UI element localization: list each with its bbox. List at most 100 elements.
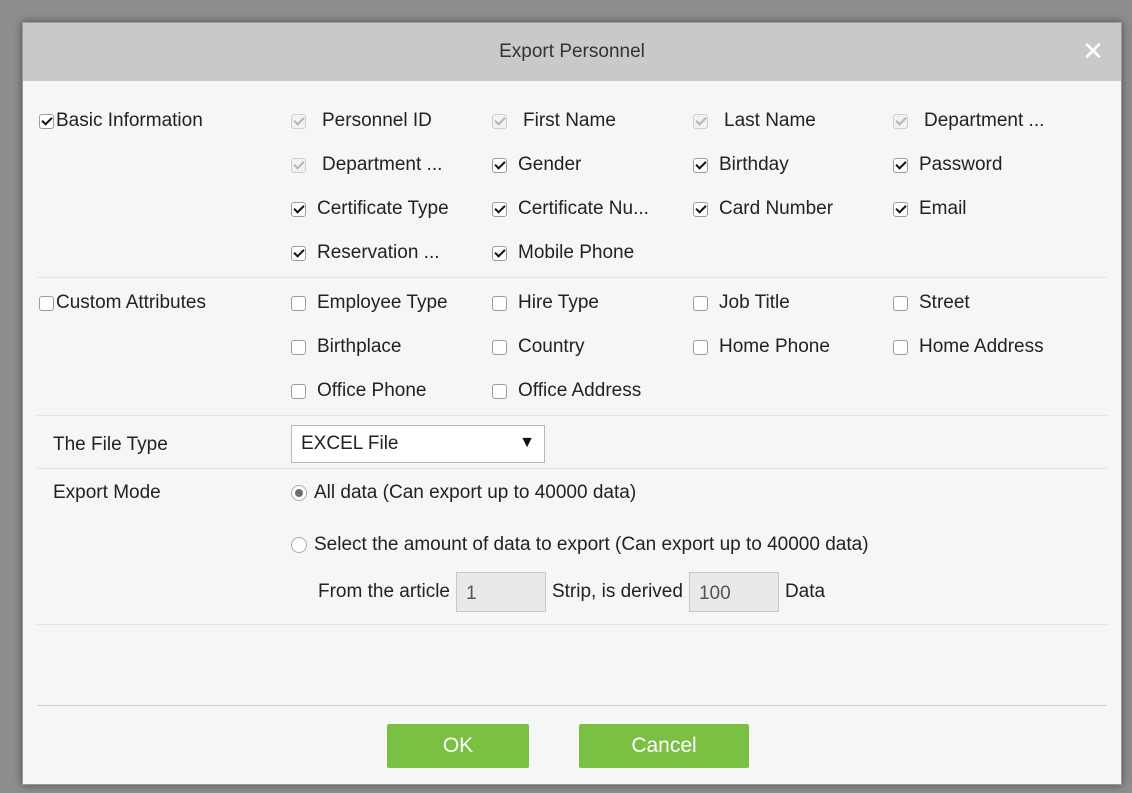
field-option-label: Hire Type: [518, 292, 599, 313]
field-option-street[interactable]: Street: [893, 292, 970, 314]
checkbox[interactable]: [693, 201, 708, 217]
field-option-personnel-id: Personnel ID: [291, 110, 432, 132]
checkbox: [291, 113, 306, 129]
field-option-card-number[interactable]: Card Number: [693, 198, 833, 220]
file-type-label: The File Type: [53, 434, 168, 455]
export-mode-label: Export Mode: [53, 482, 161, 503]
export-amount-label: Select the amount of data to export (Can…: [314, 534, 869, 555]
field-option-label: Home Address: [919, 336, 1044, 357]
checkbox[interactable]: [291, 245, 306, 261]
field-option-birthplace[interactable]: Birthplace: [291, 336, 402, 358]
checkbox[interactable]: [893, 157, 908, 173]
checkbox[interactable]: [693, 295, 708, 311]
field-option-label: Office Phone: [317, 380, 427, 401]
strip-derived-label: Strip, is derived: [551, 581, 683, 602]
field-option-label: Department ...: [322, 154, 443, 175]
field-option-birthday[interactable]: Birthday: [693, 154, 789, 176]
divider: [37, 277, 1107, 278]
checkbox[interactable]: [492, 383, 507, 399]
basic-information-checkbox[interactable]: [39, 113, 54, 129]
count-input[interactable]: 100: [688, 572, 779, 612]
field-option-email[interactable]: Email: [893, 198, 967, 220]
file-type-value: EXCEL File: [301, 433, 399, 454]
custom-attributes-checkbox[interactable]: [39, 295, 54, 311]
dropdown-arrow-icon: ▼: [519, 434, 535, 451]
field-option-certificate-type[interactable]: Certificate Type: [291, 198, 449, 220]
basic-information-toggle[interactable]: Basic Information: [39, 110, 203, 132]
field-option-department: Department ...: [893, 110, 1044, 132]
field-option-office-address[interactable]: Office Address: [492, 380, 641, 402]
field-option-label: Certificate Nu...: [518, 198, 649, 219]
field-option-label: Gender: [518, 154, 582, 175]
field-option-label: Employee Type: [317, 292, 448, 313]
checkbox[interactable]: [492, 201, 507, 217]
export-all-label: All data (Can export up to 40000 data): [314, 482, 637, 503]
field-option-office-phone[interactable]: Office Phone: [291, 380, 427, 402]
export-all-radio[interactable]: [291, 485, 307, 501]
checkbox[interactable]: [492, 295, 507, 311]
file-type-select[interactable]: EXCEL File ▼: [291, 425, 545, 463]
field-option-country[interactable]: Country: [492, 336, 585, 358]
field-option-label: Department ...: [924, 110, 1045, 131]
checkbox[interactable]: [291, 201, 306, 217]
field-option-last-name: Last Name: [693, 110, 816, 132]
field-option-first-name: First Name: [492, 110, 616, 132]
field-option-employee-type[interactable]: Employee Type: [291, 292, 448, 314]
field-option-department: Department ...: [291, 154, 442, 176]
from-article-input[interactable]: 1: [455, 572, 546, 612]
from-article-label: From the article: [318, 581, 450, 602]
field-option-label: First Name: [523, 110, 616, 131]
ok-button[interactable]: OK: [387, 724, 529, 768]
dialog-title: Export Personnel: [499, 41, 645, 62]
field-option-home-address[interactable]: Home Address: [893, 336, 1044, 358]
checkbox[interactable]: [492, 339, 507, 355]
field-option-reservation[interactable]: Reservation ...: [291, 242, 440, 264]
export-amount-option[interactable]: Select the amount of data to export (Can…: [291, 534, 869, 556]
field-option-label: Street: [919, 292, 970, 313]
divider: [37, 415, 1107, 416]
footer-divider: [37, 705, 1107, 706]
field-option-hire-type[interactable]: Hire Type: [492, 292, 599, 314]
checkbox[interactable]: [291, 339, 306, 355]
field-option-label: Job Title: [719, 292, 790, 313]
export-all-option[interactable]: All data (Can export up to 40000 data): [291, 482, 636, 504]
field-option-label: Mobile Phone: [518, 242, 635, 263]
field-option-label: Personnel ID: [322, 110, 432, 131]
field-option-password[interactable]: Password: [893, 154, 1002, 176]
checkbox[interactable]: [492, 245, 507, 261]
field-option-label: Birthplace: [317, 336, 402, 357]
field-option-label: Birthday: [719, 154, 789, 175]
field-option-job-title[interactable]: Job Title: [693, 292, 790, 314]
close-icon[interactable]: ✕: [1079, 37, 1107, 65]
field-option-label: Home Phone: [719, 336, 830, 357]
field-option-mobile-phone[interactable]: Mobile Phone: [492, 242, 634, 264]
checkbox[interactable]: [693, 339, 708, 355]
checkbox: [291, 157, 306, 173]
cancel-button[interactable]: Cancel: [579, 724, 749, 768]
checkbox[interactable]: [291, 383, 306, 399]
field-option-label: Card Number: [719, 198, 834, 219]
checkbox[interactable]: [893, 339, 908, 355]
checkbox: [492, 113, 507, 129]
export-amount-radio[interactable]: [291, 537, 307, 553]
field-option-label: Email: [919, 198, 967, 219]
checkbox[interactable]: [893, 295, 908, 311]
checkbox[interactable]: [291, 295, 306, 311]
field-option-gender[interactable]: Gender: [492, 154, 581, 176]
checkbox: [693, 113, 708, 129]
custom-attributes-toggle[interactable]: Custom Attributes: [39, 292, 206, 314]
export-range-row: From the article 1 Strip, is derived 100…: [318, 572, 825, 612]
data-unit-label: Data: [784, 581, 826, 602]
field-option-home-phone[interactable]: Home Phone: [693, 336, 830, 358]
field-option-label: Country: [518, 336, 585, 357]
export-personnel-dialog: Export Personnel ✕ Basic Information Per…: [22, 22, 1122, 785]
divider: [37, 624, 1107, 625]
checkbox: [893, 113, 908, 129]
divider: [37, 468, 1107, 469]
checkbox[interactable]: [492, 157, 507, 173]
field-option-label: Certificate Type: [317, 198, 449, 219]
field-option-label: Password: [919, 154, 1003, 175]
field-option-certificate-nu[interactable]: Certificate Nu...: [492, 198, 649, 220]
checkbox[interactable]: [693, 157, 708, 173]
checkbox[interactable]: [893, 201, 908, 217]
